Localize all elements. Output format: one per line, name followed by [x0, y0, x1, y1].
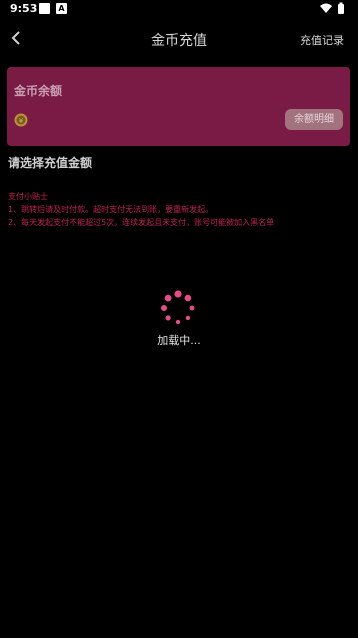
tips-line-2: 2、每天发起支付不能超过5次，连续发起且未支付，账号可能被加入黑名单 — [8, 218, 275, 227]
nav-bar: 金币充值 充值记录 — [0, 18, 358, 60]
select-amount-title: 请选择充值金额 — [8, 156, 93, 170]
tips-line-1: 1、跳转后请及时付款。超时支付无法到账，要重新发起。 — [8, 205, 214, 214]
svg-text:¥: ¥ — [19, 117, 24, 125]
balance-card: 金币余额 ¥ 余额明细 — [7, 67, 350, 146]
balance-detail-button[interactable]: 余额明细 — [285, 109, 343, 130]
balance-title: 金币余额 — [14, 84, 63, 98]
status-time: 9:53 — [10, 2, 38, 15]
payment-tips: 支付小贴士 1、跳转后请及时付款。超时支付无法到账，要重新发起。 2、每天发起支… — [8, 190, 348, 229]
recharge-record-link[interactable]: 充值记录 — [300, 32, 344, 48]
loading-spinner-icon — [161, 290, 195, 325]
wifi-battery-icon — [320, 2, 344, 14]
status-bar: 9:53 A — [0, 0, 358, 18]
notification-icon — [39, 3, 50, 14]
app-notification-icon: A — [56, 3, 67, 14]
loading-text: 加载中... — [157, 334, 201, 347]
coin-icon: ¥ — [14, 113, 28, 127]
tips-heading: 支付小贴士 — [8, 192, 48, 201]
